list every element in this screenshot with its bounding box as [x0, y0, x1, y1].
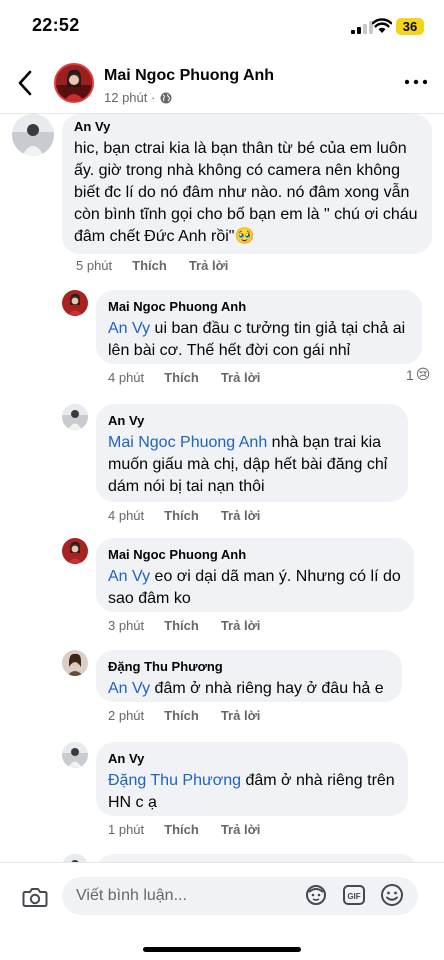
- status-bar: 22:52 36: [0, 0, 444, 52]
- comment-composer: Viết bình luận... GIF: [0, 862, 444, 960]
- comment-author[interactable]: An Vy: [108, 412, 396, 430]
- reaction-count[interactable]: 1 😢: [406, 366, 430, 383]
- comment-bubble[interactable]: An Vy Đặng Thu Phương đâm ở nhà riêng tr…: [96, 742, 408, 816]
- emoji-icon[interactable]: [380, 883, 404, 907]
- commenter-avatar[interactable]: [12, 114, 54, 156]
- comment-bubble[interactable]: An Vy hic, bạn ctrai kia là bạn thân từ …: [62, 114, 432, 254]
- sad-reaction-icon: 😢: [415, 366, 431, 382]
- comment-text: An Vy ui ban đầu c tưởng tin giả tại chả…: [108, 318, 410, 362]
- comment-bubble[interactable]: Mai Ngoc Phuong Anh An Vy ui ban đầu c t…: [96, 290, 422, 364]
- comments-list: An Vy hic, bạn ctrai kia là bạn thân từ …: [0, 114, 444, 862]
- comment-actions: 2 phút Thích Trả lời: [108, 708, 282, 723]
- comment-mention[interactable]: Mai Ngoc Phuong Anh: [108, 434, 267, 451]
- header-avatar[interactable]: [54, 63, 94, 103]
- comment-mention[interactable]: Đặng Thu Phương: [108, 772, 241, 789]
- comment-actions: 1 phút Thích Trả lời: [108, 822, 282, 837]
- comment-body: hic, bạn ctrai kia là bạn thân từ bé của…: [74, 140, 418, 245]
- commenter-avatar[interactable]: [62, 742, 88, 768]
- reply-button[interactable]: Trả lời: [221, 508, 261, 523]
- comment-actions: 4 phút Thích Trả lời: [108, 508, 282, 523]
- reply-comment: An Vy Đặng Thu Phương đâm ở nhà riêng tr…: [0, 742, 444, 848]
- comment-bubble[interactable]: Mai Ngoc Phuong Anh An Vy eo ơi dại dã m…: [96, 538, 414, 612]
- comment-time: 5 phút: [76, 258, 113, 273]
- comment-author[interactable]: Mai Ngoc Phuong Anh: [108, 298, 410, 316]
- comment-text: Mai Ngoc Phuong Anh nhà bạn trai kia muố…: [108, 432, 396, 498]
- like-button[interactable]: Thích: [164, 370, 199, 385]
- home-indicator: [143, 947, 301, 952]
- battery-indicator: 36: [396, 18, 424, 35]
- reply-comment: Mai Ngoc Phuong Anh An Vy eo ơi dại dã m…: [0, 538, 444, 644]
- comment-actions: 4 phút Thích Trả lời: [108, 370, 282, 385]
- commenter-avatar[interactable]: [62, 854, 88, 862]
- comment-body: ui ban đầu c tưởng tin giả tại chả ai lê…: [108, 320, 406, 359]
- reply-button[interactable]: Trả lời: [221, 708, 261, 723]
- comment-mention[interactable]: An Vy: [108, 680, 150, 697]
- comment-actions: 3 phút Thích Trả lời: [108, 618, 282, 633]
- like-button[interactable]: Thích: [164, 508, 199, 523]
- avatar-sticker-icon[interactable]: [304, 883, 328, 907]
- commenter-avatar[interactable]: [62, 290, 88, 316]
- comment-author[interactable]: An Vy: [74, 118, 420, 136]
- commenter-avatar[interactable]: [62, 538, 88, 564]
- comment-mention[interactable]: An Vy: [108, 568, 150, 585]
- reply-comment: Mai Ngoc Phuong Anh An Vy ui ban đầu c t…: [0, 290, 444, 398]
- comment-time: 2 phút: [108, 708, 145, 723]
- header-subtitle: 12 phút ·: [104, 90, 172, 105]
- comment-text: Đặng Thu Phương đâm ở nhà riêng trên HN …: [108, 770, 396, 814]
- comment-actions: 5 phút Thích Trả lời: [76, 258, 250, 273]
- post-time: 12 phút ·: [104, 90, 156, 105]
- reply-comment: An Vy Mai Ngoc Phuong Anh nhà bạn trai k…: [0, 404, 444, 532]
- header-title[interactable]: Mai Ngoc Phuong Anh: [104, 67, 274, 85]
- reply-button[interactable]: Trả lời: [189, 258, 229, 273]
- comment-body: đâm ở nhà riêng hay ở đâu hả e: [150, 680, 384, 697]
- comment-mention[interactable]: An Vy: [108, 320, 150, 337]
- wifi-icon: [372, 18, 392, 33]
- comment-bubble[interactable]: [96, 854, 418, 862]
- comment-author[interactable]: Mai Ngoc Phuong Anh: [108, 546, 402, 564]
- status-time: 22:52: [32, 15, 80, 35]
- more-options-button[interactable]: [404, 74, 428, 90]
- reaction-number: 1: [406, 366, 414, 383]
- comment-time: 3 phút: [108, 618, 145, 633]
- comment-time: 1 phút: [108, 822, 145, 837]
- comment-text: An Vy đâm ở nhà riêng hay ở đâu hả e: [108, 678, 390, 700]
- comment-body: eo ơi dại dã man ý. Nhưng có lí do sao đ…: [108, 568, 401, 607]
- comment-bubble[interactable]: Đặng Thu Phương An Vy đâm ở nhà riêng ha…: [96, 650, 402, 702]
- comment-author[interactable]: Đặng Thu Phương: [108, 658, 390, 676]
- gif-icon[interactable]: GIF: [342, 883, 366, 907]
- back-button[interactable]: [12, 66, 40, 100]
- reply-button[interactable]: Trả lời: [221, 618, 261, 633]
- comment-bubble[interactable]: An Vy Mai Ngoc Phuong Anh nhà bạn trai k…: [96, 404, 408, 502]
- comment-input[interactable]: Viết bình luận... GIF: [62, 877, 418, 915]
- reply-button[interactable]: Trả lời: [221, 370, 261, 385]
- like-button[interactable]: Thích: [164, 618, 199, 633]
- reply-comment: [0, 854, 444, 862]
- like-button[interactable]: Thích: [132, 258, 167, 273]
- reply-button[interactable]: Trả lời: [221, 822, 261, 837]
- globe-icon: [160, 92, 172, 103]
- comment: An Vy hic, bạn ctrai kia là bạn thân từ …: [0, 114, 444, 284]
- reply-comment: Đặng Thu Phương An Vy đâm ở nhà riêng ha…: [0, 650, 444, 734]
- comment-text: hic, bạn ctrai kia là bạn thân từ bé của…: [74, 138, 420, 248]
- like-button[interactable]: Thích: [164, 822, 199, 837]
- svg-text:GIF: GIF: [347, 892, 360, 901]
- post-header: Mai Ngoc Phuong Anh 12 phút ·: [0, 52, 444, 114]
- comment-time: 4 phút: [108, 508, 145, 523]
- camera-icon[interactable]: [22, 885, 48, 909]
- like-button[interactable]: Thích: [164, 708, 199, 723]
- commenter-avatar[interactable]: [62, 404, 88, 430]
- commenter-avatar[interactable]: [62, 650, 88, 676]
- comment-time: 4 phút: [108, 370, 145, 385]
- comment-author[interactable]: An Vy: [108, 750, 396, 768]
- comment-input-placeholder: Viết bình luận...: [76, 887, 187, 904]
- comment-text: An Vy eo ơi dại dã man ý. Nhưng có lí do…: [108, 566, 402, 610]
